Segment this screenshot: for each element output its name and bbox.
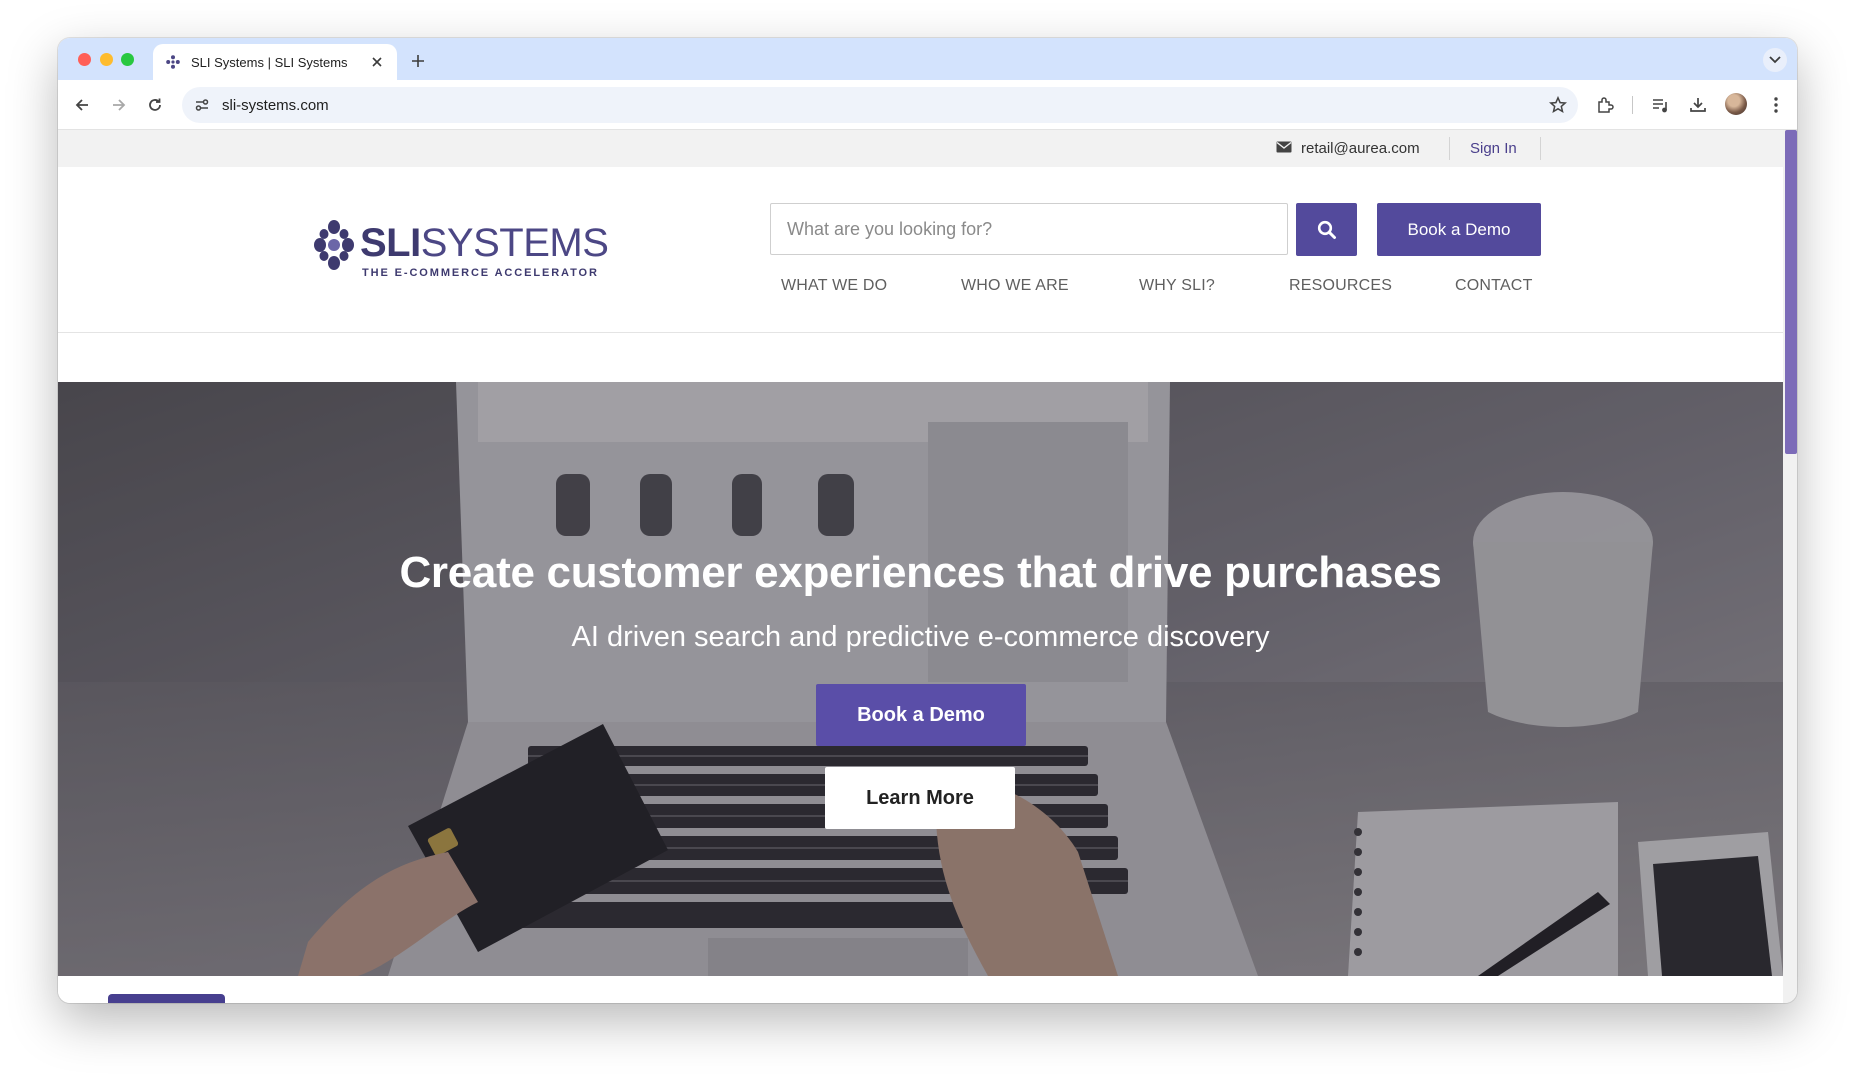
profile-avatar[interactable] [1725,93,1747,115]
site-header: SLISYSTEMS THE E-COMMERCE ACCELERATOR Bo… [58,167,1783,333]
url-text: sli-systems.com [222,96,329,114]
nav-why-sli[interactable]: WHY SLI? [1139,277,1215,295]
logo-wordmark: SLISYSTEMS [360,221,609,265]
browser-tab[interactable]: SLI Systems | SLI Systems [153,44,397,80]
maximize-window-button[interactable] [121,53,134,66]
hero-subtitle: AI driven search and predictive e-commer… [571,621,1270,653]
hero-book-demo-button[interactable]: Book a Demo [816,684,1026,746]
sli-favicon-icon [165,54,181,70]
toolbar-divider [1632,96,1633,114]
reload-icon[interactable] [143,93,167,117]
back-arrow-icon[interactable] [70,93,94,117]
hero-title: Create customer experiences that drive p… [399,548,1442,597]
next-section-tab[interactable] [108,994,225,1003]
minimize-window-button[interactable] [100,53,113,66]
hero-overlay [58,382,1783,976]
book-demo-button[interactable]: Book a Demo [1377,203,1541,256]
browser-toolbar: sli-systems.com [58,80,1797,130]
utility-bar: retail@aurea.com Sign In [58,130,1783,167]
hero-banner: Create customer experiences that drive p… [58,382,1783,976]
site-settings-icon[interactable] [192,95,212,115]
reading-list-icon[interactable] [1648,93,1672,117]
nav-what-we-do[interactable]: WHAT WE DO [781,277,887,295]
nav-contact[interactable]: CONTACT [1455,277,1533,295]
search-button[interactable] [1296,203,1357,256]
tab-strip: SLI Systems | SLI Systems [58,38,1797,80]
close-window-button[interactable] [78,53,91,66]
magnifier-icon [1317,220,1336,239]
close-icon[interactable] [369,54,385,70]
page-viewport: retail@aurea.com Sign In SLISYSTEMS THE … [58,130,1783,1003]
address-bar[interactable]: sli-systems.com [182,87,1578,123]
download-icon[interactable] [1686,93,1710,117]
new-tab-button[interactable] [407,50,429,72]
browser-window: SLI Systems | SLI Systems sli-systems.co… [58,38,1797,1003]
tab-search-button[interactable] [1763,48,1787,72]
sign-in-link[interactable]: Sign In [1470,130,1517,167]
learn-more-button[interactable]: Learn More [825,767,1015,829]
tab-title: SLI Systems | SLI Systems [191,54,348,70]
envelope-icon [1276,140,1292,157]
search-input[interactable] [770,203,1288,255]
nav-who-we-are[interactable]: WHO WE ARE [961,277,1069,295]
forward-arrow-icon[interactable] [107,93,131,117]
star-icon[interactable] [1548,95,1568,115]
utility-divider [1540,137,1541,160]
utility-divider [1449,137,1450,160]
extensions-puzzle-icon[interactable] [1593,93,1617,117]
email-address: retail@aurea.com [1301,140,1420,157]
sli-logo-mark-icon [314,220,354,270]
scrollbar-thumb[interactable] [1785,130,1797,454]
main-navigation: WHAT WE DO WHO WE ARE WHY SLI? RESOURCES… [58,267,1783,307]
more-menu-icon[interactable] [1764,93,1788,117]
nav-resources[interactable]: RESOURCES [1289,277,1392,295]
email-link[interactable]: retail@aurea.com [1276,130,1420,167]
